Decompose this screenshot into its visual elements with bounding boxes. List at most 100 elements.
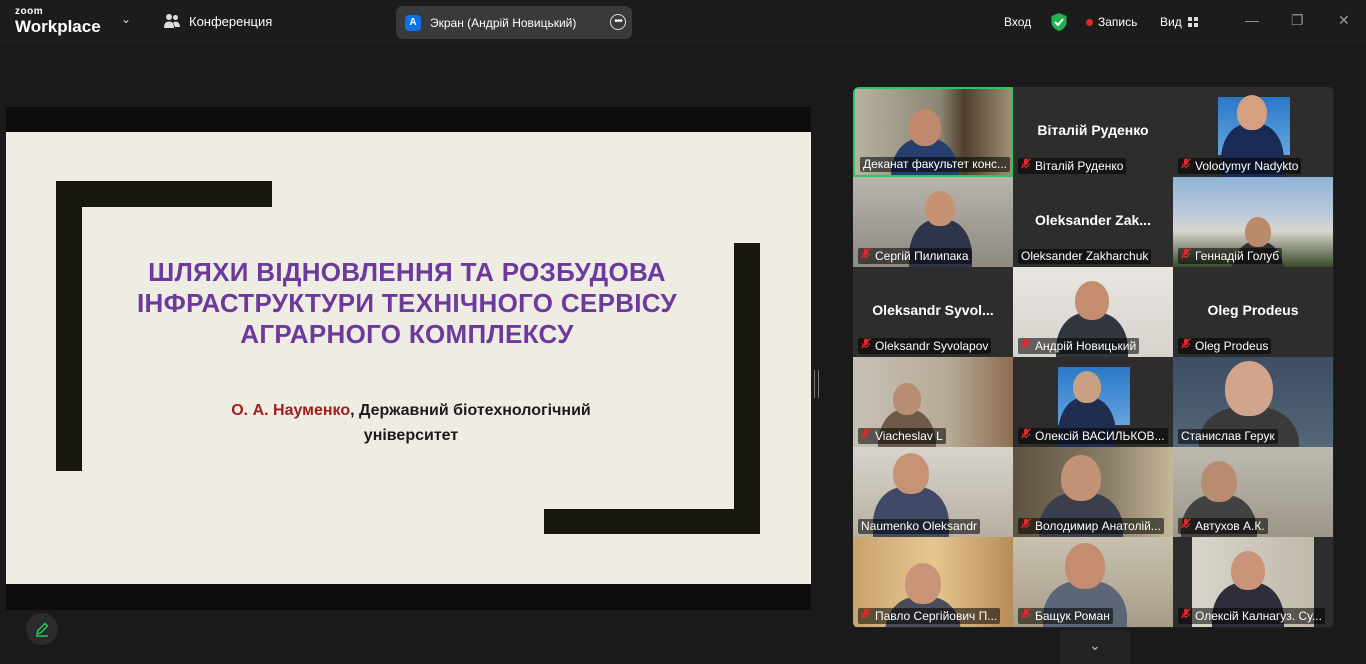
participant-name: Бащук Роман — [1035, 608, 1110, 623]
muted-mic-icon — [861, 248, 871, 264]
minimize-icon[interactable]: — — [1245, 12, 1259, 28]
muted-mic-icon — [1021, 608, 1031, 624]
record-dot-icon — [1086, 18, 1093, 26]
close-icon[interactable]: ✕ — [1338, 12, 1350, 29]
participant-video-face — [925, 191, 955, 226]
muted-mic-icon — [1181, 608, 1191, 624]
participant-name-label: Volodymyr Nadykto — [1178, 158, 1302, 174]
muted-mic-icon — [1181, 248, 1191, 264]
top-bar: zoom Workplace ⌄ Конференция A Экран (Ан… — [0, 0, 1366, 44]
participant-tile[interactable]: Naumenko Oleksandr — [853, 447, 1013, 537]
people-icon — [164, 14, 180, 28]
muted-mic-icon — [1021, 428, 1031, 444]
participant-tile[interactable]: Геннадій Голуб — [1173, 177, 1333, 267]
participant-video-face — [893, 453, 929, 495]
participant-tile[interactable]: Олексій Калнагуз. Су... — [1173, 537, 1333, 627]
presentation-slide: ШЛЯХИ ВІДНОВЛЕННЯ ТА РОЗБУДОВА ІНФРАСТРУ… — [6, 132, 811, 584]
participant-video-face — [1201, 461, 1237, 503]
participant-tile[interactable]: Сергій Пилипака — [853, 177, 1013, 267]
participant-video-face — [1075, 281, 1109, 321]
participant-name-label: Станислав Герук — [1178, 429, 1278, 444]
participant-name: Oleksander Zakharchuk — [1021, 249, 1149, 263]
participant-tile[interactable]: Oleg Prodeus Oleg Prodeus — [1173, 267, 1333, 357]
screen-share-label: Экран (Андрій Новицький) — [430, 15, 577, 30]
gallery-scroll-down-icon[interactable]: ⌄ — [1060, 630, 1130, 664]
participant-name: Деканат факультет конс... — [863, 157, 1007, 171]
participant-name-label: Павло Сергійович П... — [858, 608, 1001, 624]
participant-tile[interactable]: Андрій Новицький — [1013, 267, 1173, 357]
join-label: Вход — [1004, 15, 1032, 29]
annotate-button[interactable] — [26, 613, 58, 645]
frame-bar-right — [734, 243, 760, 534]
participant-name: Андрій Новицький — [1035, 338, 1137, 353]
participant-name: Павло Сергійович П... — [875, 608, 998, 623]
view-menu[interactable]: Вид — [1160, 0, 1198, 44]
participant-tile[interactable]: Oleksander Zak... Oleksander Zakharchuk — [1013, 177, 1173, 267]
participant-name-label: Володимир Анатолій... — [1018, 518, 1164, 534]
muted-mic-icon — [1181, 338, 1191, 354]
participant-name-label: Oleg Prodeus — [1178, 338, 1272, 354]
participant-name-label: Олексій Калнагуз. Су... — [1178, 608, 1325, 624]
participant-name-label: Сергій Пилипака — [858, 248, 972, 264]
participant-tile[interactable]: Volodymyr Nadykto — [1173, 87, 1333, 177]
participant-video-face — [1065, 543, 1105, 589]
more-options-icon[interactable]: ••• — [610, 14, 626, 30]
participant-name-label: Деканат факультет конс... — [860, 157, 1010, 172]
participant-center-name: Oleksander Zak... — [1035, 212, 1151, 228]
frame-bar-bottom — [544, 509, 760, 534]
frame-bar-top — [56, 181, 272, 207]
participant-name: Олексій ВАСИЛЬКОВ... — [1035, 428, 1165, 443]
muted-mic-icon — [1021, 518, 1031, 534]
grid-view-icon — [1187, 17, 1198, 27]
participant-name-label: Бащук Роман — [1018, 608, 1113, 624]
participant-tile[interactable]: Павло Сергійович П... — [853, 537, 1013, 627]
participant-video-face — [909, 109, 941, 146]
participant-name-label: Oleksandr Syvolapov — [858, 338, 992, 354]
participant-name: Олексій Калнагуз. Су... — [1195, 608, 1322, 623]
participant-name-label: Віталій Руденко — [1018, 158, 1127, 174]
participant-tile[interactable]: Станислав Герук — [1173, 357, 1333, 447]
logo-line1: zoom — [15, 6, 44, 17]
author-affiliation: , Державний біотехнологічний університет — [350, 402, 591, 444]
participant-tile[interactable]: Бащук Роман — [1013, 537, 1173, 627]
participant-name: Володимир Анатолій... — [1035, 518, 1161, 533]
muted-mic-icon — [861, 608, 871, 624]
participant-tile[interactable]: Автухов А.К. — [1173, 447, 1333, 537]
record-button[interactable]: Запись — [1086, 0, 1137, 44]
slide-author: О. А. Науменко, Державний біотехнологічн… — [186, 398, 636, 448]
muted-mic-icon — [1021, 158, 1031, 174]
participant-tile[interactable]: Viacheslav L — [853, 357, 1013, 447]
zoom-logo: zoom Workplace — [15, 6, 101, 36]
participant-tile[interactable]: Володимир Анатолій... — [1013, 447, 1173, 537]
screen-share-pill[interactable]: A Экран (Андрій Новицький) ••• — [396, 6, 632, 39]
participant-center-name: Oleg Prodeus — [1207, 302, 1299, 318]
participant-tile[interactable]: Олексій ВАСИЛЬКОВ... — [1013, 357, 1173, 447]
record-label: Запись — [1098, 15, 1138, 29]
participant-tile[interactable]: Oleksandr Syvol... Oleksandr Syvolapov — [853, 267, 1013, 357]
participant-tile[interactable]: Віталій Руденко Віталій Руденко — [1013, 87, 1173, 177]
participant-center-name: Віталій Руденко — [1037, 122, 1149, 138]
frame-bar-left — [56, 181, 82, 471]
conference-menu[interactable]: Конференция — [163, 13, 272, 29]
participant-video-face — [1061, 455, 1101, 501]
participant-name-label: Автухов А.К. — [1178, 518, 1268, 534]
participant-video-face — [1073, 371, 1101, 404]
security-shield-icon[interactable] — [1050, 0, 1068, 44]
muted-mic-icon — [1181, 518, 1191, 534]
participant-tile[interactable]: Деканат факультет конс... — [853, 87, 1013, 177]
participant-center-name: Oleksandr Syvol... — [872, 302, 994, 318]
participant-name-label: Олексій ВАСИЛЬКОВ... — [1018, 428, 1168, 444]
restore-icon[interactable]: ❐ — [1291, 12, 1304, 29]
participant-video-face — [1237, 95, 1267, 130]
split-resize-handle[interactable] — [814, 370, 819, 398]
muted-mic-icon — [1021, 338, 1031, 354]
chevron-down-icon[interactable]: ⌄ — [121, 12, 131, 26]
logo-line2: Workplace — [15, 17, 101, 36]
join-menu[interactable]: Вход — [1004, 0, 1031, 44]
view-label: Вид — [1160, 15, 1182, 29]
participant-name-label: Oleksander Zakharchuk — [1018, 249, 1152, 264]
participants-gallery: Деканат факультет конс... Віталій Руденко… — [853, 87, 1334, 628]
author-name: О. А. Науменко — [231, 402, 351, 419]
sharer-badge: A — [405, 14, 421, 31]
participant-name: Сергій Пилипака — [875, 248, 969, 263]
